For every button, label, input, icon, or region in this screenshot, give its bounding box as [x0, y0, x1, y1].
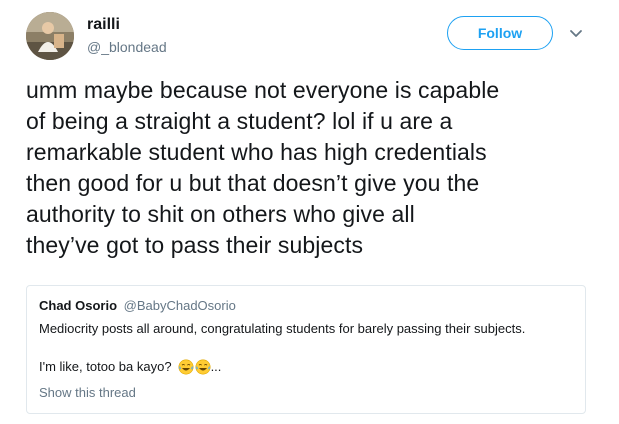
avatar-photo-icon — [26, 12, 74, 60]
chevron-down-icon[interactable] — [567, 24, 585, 42]
quoted-author-name: Chad Osorio — [39, 298, 118, 313]
quoted-tweet-ellipsis: ... — [210, 359, 222, 374]
author-name[interactable]: railli — [87, 15, 120, 35]
quoted-tweet-author: Chad Osorio @BabyChadOsorio — [39, 298, 236, 314]
quoted-tweet-text-line-2: I'm like, totoo ba kayo? ... — [39, 359, 221, 375]
show-thread-link[interactable]: Show this thread — [39, 385, 136, 401]
author-handle[interactable]: @_blondead — [87, 38, 167, 56]
quoted-tweet-text-line-1: Mediocrity posts all around, congratulat… — [39, 321, 526, 336]
quoted-tweet-card[interactable]: Chad Osorio @BabyChadOsorio Mediocrity p… — [26, 285, 586, 414]
tweet-text: umm maybe because not everyone is capabl… — [26, 77, 500, 258]
quoted-tweet-text-line-2-label: I'm like, totoo ba kayo? — [39, 359, 172, 374]
tweet-card: railli @_blondead Follow umm maybe becau… — [0, 0, 619, 424]
quoted-author-handle: @BabyChadOsorio — [123, 298, 236, 313]
face-with-tears-of-joy-icon — [178, 359, 194, 375]
follow-button[interactable]: Follow — [447, 16, 553, 50]
face-with-tears-of-joy-icon — [195, 359, 211, 375]
author-avatar[interactable] — [26, 12, 74, 60]
